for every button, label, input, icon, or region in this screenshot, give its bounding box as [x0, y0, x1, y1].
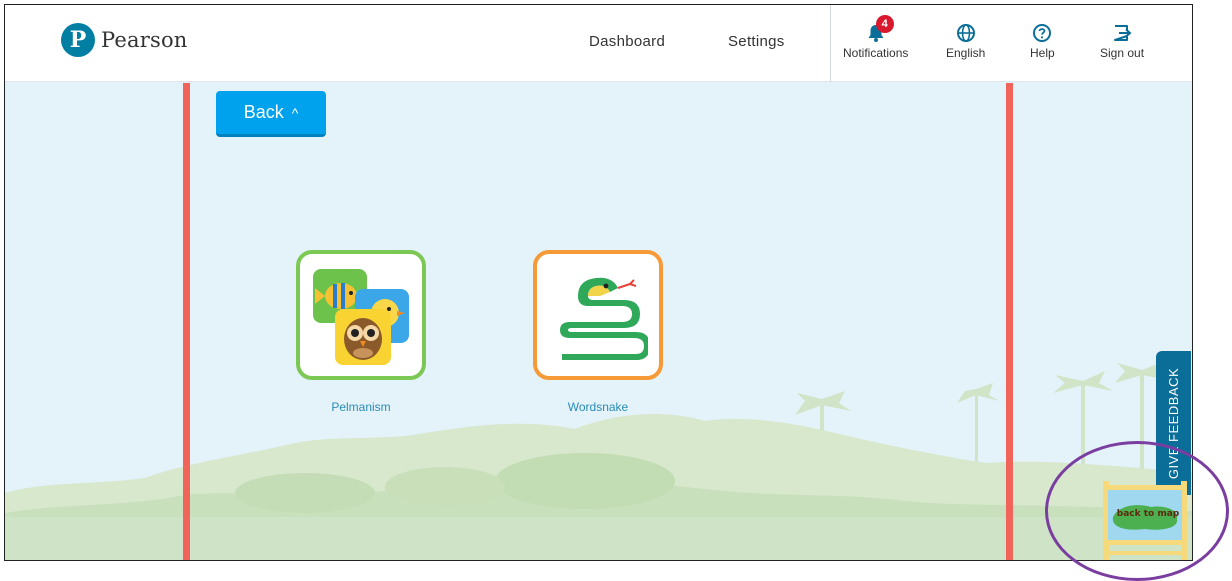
pelmanism-tile[interactable] [296, 250, 426, 380]
sign-out-label: Sign out [1100, 46, 1145, 60]
snake-icon [560, 277, 648, 360]
help-icon [1032, 21, 1052, 43]
notification-count-badge: 4 [875, 15, 894, 33]
game-pelmanism[interactable]: Pelmanism [296, 250, 426, 414]
game-wordsnake[interactable]: Wordsnake [533, 250, 663, 414]
pearson-logo-icon: P [61, 23, 95, 57]
back-button[interactable]: Back ^ [216, 91, 326, 137]
app-frame: P Pearson Dashboard Settings 4 Notificat… [4, 4, 1193, 561]
game-stage: Back ^ Pelmanism Wordsnake GIVE FEEDBACK… [5, 83, 1192, 560]
sign-out-icon [1112, 21, 1132, 43]
nav-divider [830, 5, 831, 82]
notifications-label: Notifications [843, 46, 909, 60]
sign-out-button[interactable]: Sign out [1100, 21, 1144, 60]
panel-left-border [183, 83, 190, 560]
top-navigation-bar: P Pearson Dashboard Settings 4 Notificat… [5, 5, 1192, 82]
language-selector[interactable]: English [946, 21, 985, 60]
nav-settings[interactable]: Settings [728, 33, 785, 50]
language-label: English [946, 46, 986, 60]
bell-icon: 4 [866, 15, 894, 43]
brand-name: Pearson [101, 28, 188, 52]
wordsnake-label[interactable]: Wordsnake [533, 400, 663, 414]
notifications-button[interactable]: 4 Notifications [843, 15, 909, 60]
help-button[interactable]: Help [1030, 21, 1055, 60]
pelmanism-label[interactable]: Pelmanism [296, 400, 426, 414]
back-button-label: Back [243, 102, 284, 122]
nav-dashboard[interactable]: Dashboard [589, 33, 665, 50]
wordsnake-tile[interactable] [533, 250, 663, 380]
globe-icon [956, 21, 976, 43]
pearson-logo[interactable]: P Pearson [61, 23, 188, 57]
help-label: Help [1030, 46, 1055, 60]
panel-right-border [1006, 83, 1013, 560]
chevron-up-icon: ^ [291, 104, 299, 121]
annotation-circle [1045, 441, 1229, 581]
pelmanism-cards-icon [313, 269, 409, 365]
